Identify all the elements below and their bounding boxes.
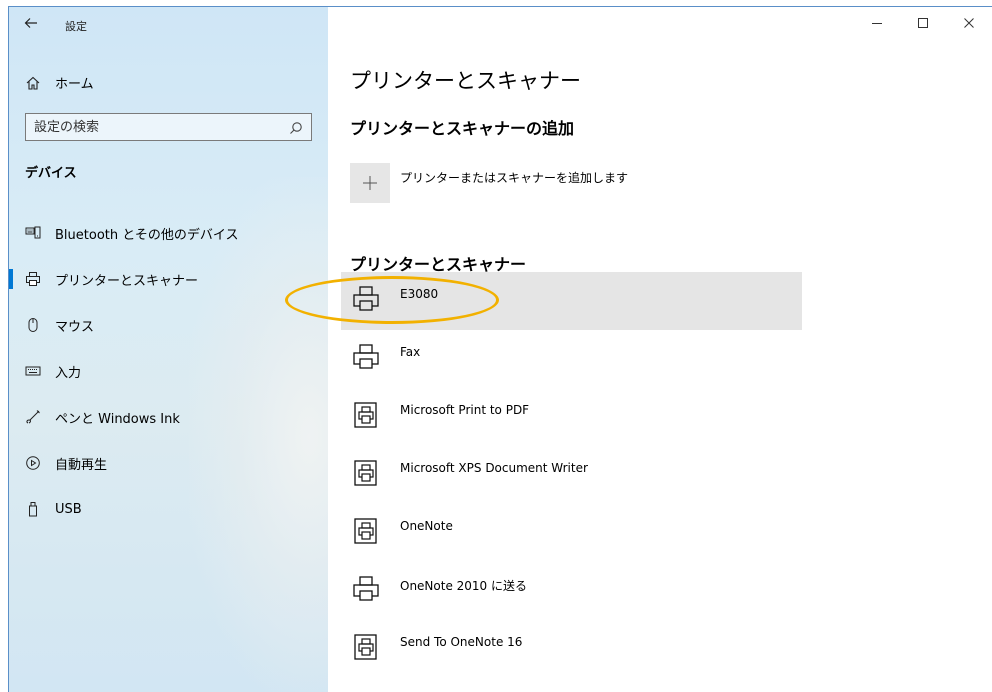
close-button[interactable] <box>946 7 992 39</box>
add-printer-label: プリンターまたはスキャナーを追加します <box>400 171 629 185</box>
sidebar-item-autoplay[interactable]: 自動再生 <box>9 443 328 483</box>
printer-item-send-to-onenote[interactable]: Send To OneNote 16 <box>341 620 802 678</box>
section-title: デバイス <box>25 166 77 181</box>
maximize-button[interactable] <box>900 7 946 39</box>
virtual-printer-icon <box>351 632 381 662</box>
add-printer-button[interactable]: プリンターまたはスキャナーを追加します <box>350 163 628 203</box>
settings-window: 設定 ホーム デバイス Bluetooth とその他のデバイス プリンターとス <box>8 6 992 692</box>
printer-name: OneNote <box>400 519 453 533</box>
sidebar-item-typing[interactable]: 入力 <box>9 351 328 391</box>
sidebar-item-label: ペンと Windows Ink <box>55 411 180 427</box>
printer-name: Microsoft Print to PDF <box>400 403 530 417</box>
add-section-title: プリンターとスキャナーの追加 <box>350 119 575 138</box>
plus-icon <box>350 163 390 203</box>
mouse-icon <box>25 317 41 333</box>
search-icon[interactable] <box>289 120 303 134</box>
home-icon <box>25 75 41 91</box>
sidebar-item-label: Bluetooth とその他のデバイス <box>55 227 239 243</box>
printer-name: Fax <box>400 345 421 359</box>
minimize-icon <box>872 23 882 24</box>
printer-icon <box>351 574 381 604</box>
sidebar-item-label: マウス <box>55 319 95 335</box>
search-input[interactable] <box>26 114 311 140</box>
close-icon <box>964 18 974 28</box>
app-title: 設定 <box>65 20 87 33</box>
printer-name: Microsoft XPS Document Writer <box>400 461 588 475</box>
printer-item-xps-writer[interactable]: Microsoft XPS Document Writer <box>341 446 802 504</box>
printer-icon <box>351 342 381 372</box>
virtual-printer-icon <box>351 400 381 430</box>
printer-icon <box>25 271 41 287</box>
printer-item-onenote[interactable]: OneNote <box>341 504 802 562</box>
sidebar-item-bluetooth[interactable]: Bluetooth とその他のデバイス <box>9 213 328 253</box>
keyboard-icon <box>25 363 41 379</box>
printer-item-onenote-2010[interactable]: OneNote 2010 に送る <box>341 562 802 620</box>
printer-name: OneNote 2010 に送る <box>400 579 528 593</box>
printer-name: Send To OneNote 16 <box>400 635 523 649</box>
printer-item-e3080[interactable]: E3080 <box>341 272 802 330</box>
sidebar-item-label: USB <box>55 501 82 517</box>
virtual-printer-icon <box>351 516 381 546</box>
printer-icon <box>351 284 381 314</box>
home-link[interactable]: ホーム <box>25 73 94 92</box>
back-arrow-icon[interactable] <box>23 15 39 31</box>
pen-icon <box>25 409 41 425</box>
minimize-button[interactable] <box>854 7 900 39</box>
printer-item-print-to-pdf[interactable]: Microsoft Print to PDF <box>341 388 802 446</box>
settings-search <box>25 113 312 141</box>
virtual-printer-icon <box>351 458 381 488</box>
sidebar: 設定 ホーム デバイス Bluetooth とその他のデバイス プリンターとス <box>9 7 389 692</box>
page-title: プリンターとスキャナー <box>350 69 581 93</box>
main-content: プリンターとスキャナー プリンターとスキャナーの追加 プリンターまたはスキャナー… <box>328 7 992 692</box>
home-label: ホーム <box>55 77 94 92</box>
usb-icon <box>25 501 41 517</box>
window-controls <box>854 7 992 39</box>
bluetooth-devices-icon <box>25 225 41 241</box>
sidebar-item-printers[interactable]: プリンターとスキャナー <box>9 259 328 299</box>
printer-name: E3080 <box>400 287 439 301</box>
printer-item-fax[interactable]: Fax <box>341 330 802 388</box>
sidebar-item-usb[interactable]: USB <box>9 489 328 529</box>
sidebar-item-label: 入力 <box>55 365 82 381</box>
maximize-icon <box>918 18 928 28</box>
sidebar-item-label: 自動再生 <box>55 457 108 473</box>
autoplay-icon <box>25 455 41 471</box>
sidebar-item-pen[interactable]: ペンと Windows Ink <box>9 397 328 437</box>
sidebar-item-mouse[interactable]: マウス <box>9 305 328 345</box>
sidebar-item-label: プリンターとスキャナー <box>55 273 199 289</box>
